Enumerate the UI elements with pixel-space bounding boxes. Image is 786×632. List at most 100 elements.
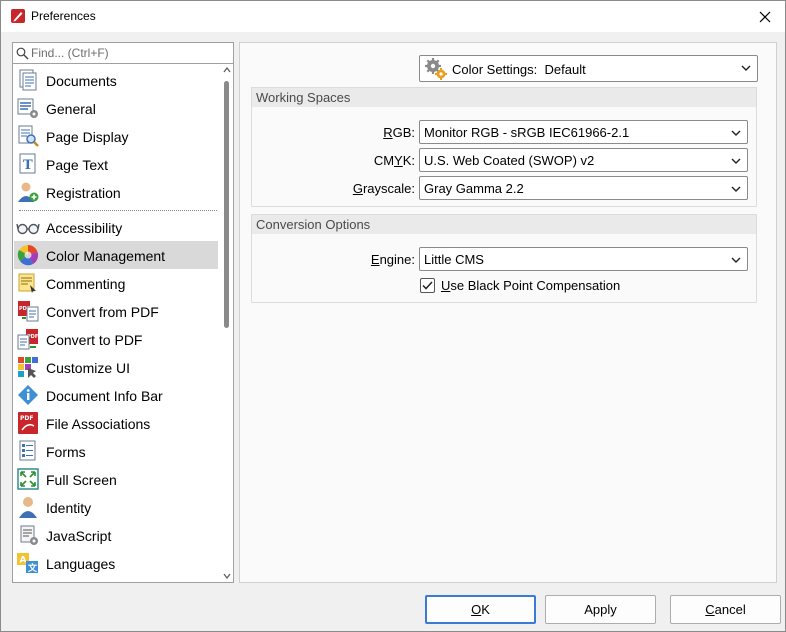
sidebar-item-document-info-bar[interactable]: Document Info Bar [14,381,218,409]
sidebar-item-label: File Associations [46,416,151,432]
sidebar-item-label: Customize UI [46,360,131,376]
customize-ui-icon [18,357,38,378]
chevron-down-icon [741,65,751,71]
sidebar-item-label: Convert to PDF [46,332,143,348]
full-screen-icon [17,468,39,490]
conversion-options-title: Conversion Options [256,217,371,232]
list-separator [19,210,217,211]
sidebar-item-full-screen[interactable]: Full Screen [14,465,218,493]
group-header: Working Spaces [252,88,756,107]
languages-icon: A 文 [17,553,38,574]
page-display-icon [18,125,39,147]
color-settings-text: Color Settings: Default [452,62,586,77]
sidebar-item-label: Full Screen [46,472,117,488]
sidebar-item-accessibility[interactable]: Accessibility [14,213,218,241]
checkmark-icon [422,281,433,290]
ok-button[interactable]: OK [425,595,536,624]
sidebar-item-label: JavaScript [46,528,112,544]
cmyk-dropdown[interactable]: U.S. Web Coated (SWOP) v2 [419,148,748,172]
sidebar-item-label: Languages [46,556,116,572]
color-settings-dropdown[interactable]: Color Settings: Default [419,55,758,82]
chevron-down-icon [731,186,741,192]
rgb-label: RGB: [383,125,415,140]
sidebar-item-page-display[interactable]: Page Display [14,122,218,150]
sidebar-item-documents[interactable]: Documents [14,66,218,94]
window-title: Preferences [31,9,96,23]
svg-text:A: A [20,556,27,566]
sidebar-item-identity[interactable]: Identity [14,493,218,521]
grayscale-value: Gray Gamma 2.2 [424,181,524,196]
sidebar-item-label: Color Management [46,248,166,264]
search-icon [16,47,29,60]
sidebar-item-color-management[interactable]: Color Management [14,241,218,269]
sidebar-item-convert-from-pdf[interactable]: PDF Convert from PDF [14,297,218,325]
cmyk-label: CMYK: [373,153,415,168]
sidebar-item-label: Identity [46,500,92,516]
cancel-button[interactable]: Cancel [670,595,781,624]
accessibility-glasses-icon [16,223,40,235]
settings-panel: Color Settings: Default Working Spaces R… [239,42,777,583]
engine-label: Engine: [370,252,415,267]
sidebar-item-customize-ui[interactable]: Customize UI [14,353,218,381]
sidebar-item-registration[interactable]: Registration [14,178,218,206]
sidebar-item-label: Documents [46,73,117,89]
sidebar-item-label: Page Text [46,157,109,173]
cmyk-value: U.S. Web Coated (SWOP) v2 [424,153,595,168]
sidebar-item-label: Forms [46,444,86,460]
apply-button[interactable]: Apply [545,595,656,624]
chevron-down-icon [731,257,741,263]
title-bar: Preferences [1,1,785,32]
close-icon [759,11,771,22]
page-text-icon: T [19,153,36,174]
engine-value: Little CMS [424,252,484,267]
preferences-dialog: Preferences Documents [0,0,786,632]
documents-icon [19,69,37,91]
group-header: Conversion Options [252,215,756,234]
close-button[interactable] [745,1,785,32]
sidebar-item-general[interactable]: General [14,94,218,122]
color-wheel-icon [17,245,39,266]
sidebar-item-label: Page Display [46,129,129,145]
general-settings-icon [17,98,38,118]
gears-icon [425,58,447,80]
sidebar-item-forms[interactable]: Forms [14,437,218,465]
grayscale-label: Grayscale: [352,181,415,196]
sidebar-item-javascript[interactable]: JavaScript [14,521,218,549]
black-point-checkbox[interactable] [420,278,435,293]
search-input[interactable] [31,45,231,61]
chevron-down-icon [731,130,741,136]
sidebar-item-convert-to-pdf[interactable]: PDF Convert to PDF [14,325,218,353]
chevron-down-icon [731,158,741,164]
sidebar-item-commenting[interactable]: Commenting [14,269,218,297]
black-point-label[interactable]: Use Black Point Compensation [441,278,620,293]
sidebar-item-label: Registration [46,185,121,201]
sidebar-item-label: Convert from PDF [46,304,159,320]
sidebar-item-languages[interactable]: A 文 Languages [14,549,218,577]
convert-from-pdf-icon: PDF [18,301,39,322]
pdf-app-icon [11,9,25,23]
sidebar-item-label: Document Info Bar [46,388,163,404]
scroll-down-arrow-icon[interactable] [223,573,231,579]
scroll-up-arrow-icon[interactable] [223,67,231,73]
svg-text:T: T [23,158,33,173]
svg-text:文: 文 [27,562,38,574]
commenting-icon [18,273,36,293]
grayscale-dropdown[interactable]: Gray Gamma 2.2 [419,176,748,200]
javascript-scroll-icon [20,525,38,545]
conversion-options-group: Conversion Options Engine: Little CMS Us… [251,214,757,303]
sidebar-item-label: Commenting [46,276,126,292]
sidebar-item-file-associations[interactable]: PDF File Associations [14,409,218,437]
forms-icon [19,440,36,461]
identity-user-icon [19,497,37,518]
working-spaces-group: Working Spaces RGB: Monitor RGB - sRGB I… [251,87,757,207]
category-list[interactable]: Documents General Page Display T Page Te… [12,64,234,583]
sidebar-item-label: Accessibility [46,220,123,236]
scrollbar-thumb[interactable] [224,81,229,328]
list-scrollbar[interactable] [220,64,233,582]
engine-dropdown[interactable]: Little CMS [419,247,748,271]
registration-user-icon [18,182,39,202]
search-box[interactable] [12,42,234,64]
svg-text:PDF: PDF [20,415,33,422]
sidebar-item-page-text[interactable]: T Page Text [14,150,218,178]
rgb-dropdown[interactable]: Monitor RGB - sRGB IEC61966-2.1 [419,120,748,144]
